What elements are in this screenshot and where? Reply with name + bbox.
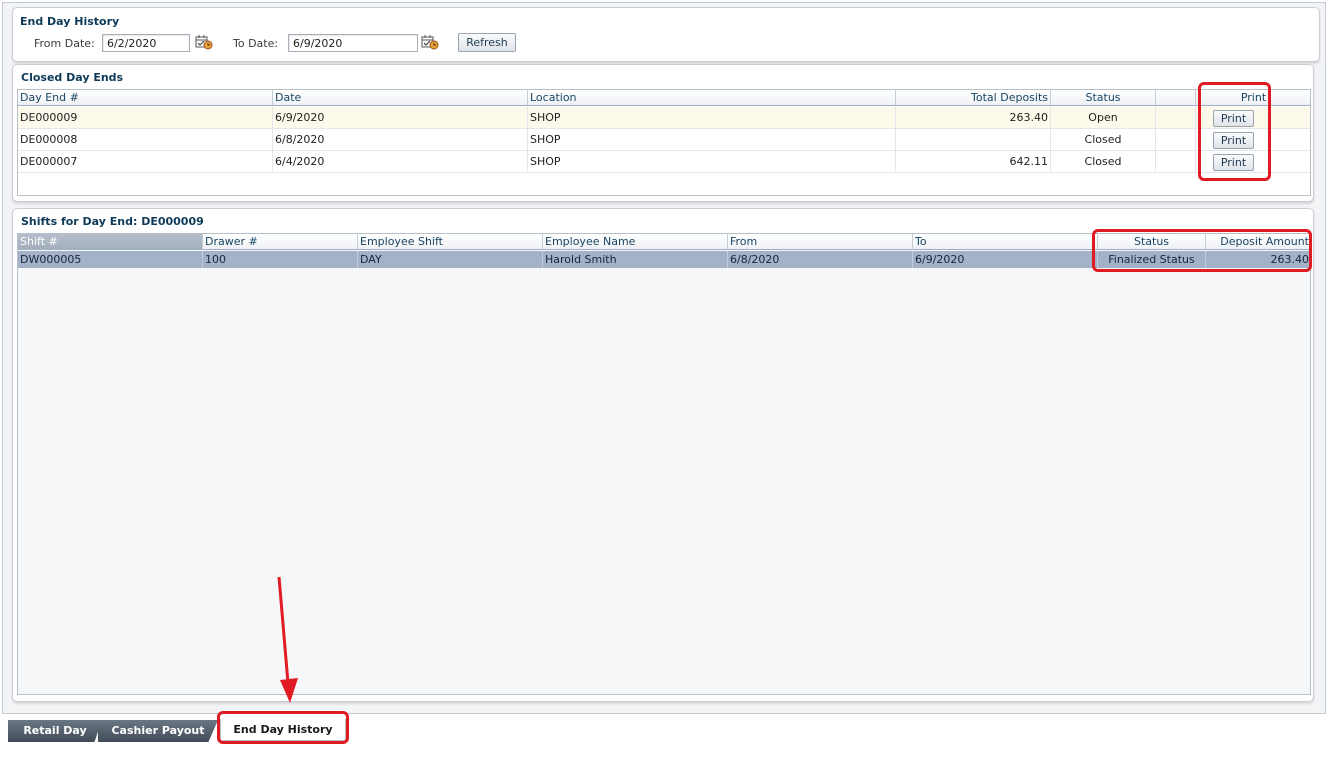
drawer-number: 100 <box>203 251 358 268</box>
day-end-id: DE000007 <box>18 151 273 173</box>
closed-day-ends-panel: Closed Day Ends Day End # Date Location … <box>12 64 1314 202</box>
from-date-label: From Date: <box>34 37 95 50</box>
table-row[interactable]: DE000009 6/9/2020 SHOP 263.40 Open Print <box>18 107 1310 129</box>
column-header-status[interactable]: Status <box>1098 234 1206 250</box>
tab-bar: Retail Day Cashier Payout End Day Histor… <box>2 713 1326 753</box>
day-end-blank <box>1156 129 1196 151</box>
column-header-from[interactable]: From <box>728 234 913 250</box>
column-header-deposit-amount[interactable]: Deposit Amount <box>1206 234 1310 250</box>
shift-id: DW000005 <box>18 251 203 268</box>
day-end-date: 6/9/2020 <box>273 107 528 129</box>
refresh-button[interactable]: Refresh <box>458 33 516 52</box>
day-end-deposits <box>896 129 1051 151</box>
day-end-deposits: 263.40 <box>896 107 1051 129</box>
to-date-input[interactable] <box>288 34 418 52</box>
day-end-blank <box>1156 151 1196 173</box>
shift-from: 6/8/2020 <box>728 251 913 268</box>
column-header-employee-shift[interactable]: Employee Shift <box>358 234 543 250</box>
column-header-day-end[interactable]: Day End # <box>18 90 273 106</box>
table-row[interactable]: DW000005 100 DAY Harold Smith 6/8/2020 6… <box>18 251 1310 268</box>
history-title: End Day History <box>20 15 120 28</box>
day-end-date: 6/8/2020 <box>273 129 528 151</box>
shifts-title: Shifts for Day End: DE000009 <box>21 215 204 228</box>
column-header-print[interactable]: Print <box>1196 90 1310 106</box>
closed-day-ends-table: Day End # Date Location Total Deposits S… <box>17 89 1311 196</box>
tab-retail-day[interactable]: Retail Day <box>8 720 102 742</box>
column-header-to[interactable]: To <box>913 234 1098 250</box>
day-end-location: SHOP <box>528 107 896 129</box>
shifts-table: Shift # Drawer # Employee Shift Employee… <box>17 233 1311 695</box>
calendar-icon[interactable] <box>195 34 213 50</box>
day-end-id: DE000008 <box>18 129 273 151</box>
employee-name: Harold Smith <box>543 251 728 268</box>
from-date-input[interactable] <box>102 34 190 52</box>
history-filter-panel: End Day History From Date: To Date: Refr… <box>12 7 1320 62</box>
column-header-date[interactable]: Date <box>273 90 528 106</box>
deposit-amount: 263.40 <box>1206 251 1310 268</box>
shift-to: 6/9/2020 <box>913 251 1098 268</box>
day-end-status: Open <box>1051 107 1156 129</box>
print-button[interactable]: Print <box>1213 110 1254 127</box>
day-end-id: DE000009 <box>18 107 273 129</box>
shifts-panel: Shifts for Day End: DE000009 Shift # Dra… <box>12 208 1314 702</box>
print-button[interactable]: Print <box>1213 154 1254 171</box>
day-end-location: SHOP <box>528 129 896 151</box>
table-row[interactable]: DE000007 6/4/2020 SHOP 642.11 Closed Pri… <box>18 151 1310 173</box>
column-header-total-deposits[interactable]: Total Deposits <box>896 90 1051 106</box>
tab-end-day-history[interactable]: End Day History <box>220 719 346 741</box>
shift-status: Finalized Status <box>1098 251 1206 268</box>
day-end-status: Closed <box>1051 129 1156 151</box>
column-header-status[interactable]: Status <box>1051 90 1156 106</box>
annotation-arrow-icon <box>277 576 298 703</box>
column-header-shift[interactable]: Shift # <box>18 234 203 250</box>
to-date-label: To Date: <box>233 37 279 50</box>
employee-shift: DAY <box>358 251 543 268</box>
day-end-status: Closed <box>1051 151 1156 173</box>
column-header-drawer[interactable]: Drawer # <box>203 234 358 250</box>
table-row[interactable]: DE000008 6/8/2020 SHOP Closed Print <box>18 129 1310 151</box>
column-header-employee-name[interactable]: Employee Name <box>543 234 728 250</box>
day-end-deposits: 642.11 <box>896 151 1051 173</box>
day-end-blank <box>1156 107 1196 129</box>
print-button[interactable]: Print <box>1213 132 1254 149</box>
calendar-icon[interactable] <box>421 34 439 50</box>
tab-cashier-payout[interactable]: Cashier Payout <box>98 720 218 742</box>
column-header-blank <box>1156 90 1196 106</box>
closed-day-ends-title: Closed Day Ends <box>21 71 124 84</box>
day-end-location: SHOP <box>528 151 896 173</box>
column-header-location[interactable]: Location <box>528 90 896 106</box>
day-end-date: 6/4/2020 <box>273 151 528 173</box>
